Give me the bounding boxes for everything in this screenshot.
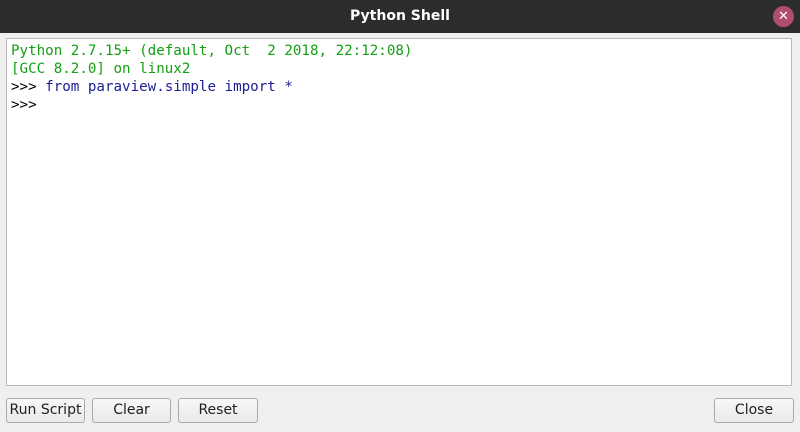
close-button[interactable]: Close xyxy=(714,398,794,423)
window-title: Python Shell xyxy=(350,8,450,24)
close-window-icon[interactable]: ✕ xyxy=(773,6,794,27)
python-shell-window: Python Shell ✕ Python 2.7.15+ (default, … xyxy=(0,0,800,432)
clear-button[interactable]: Clear xyxy=(92,398,171,423)
titlebar: Python Shell ✕ xyxy=(0,0,800,33)
console-banner-line: Python 2.7.15+ (default, Oct 2 2018, 22:… xyxy=(11,43,413,59)
run-script-button[interactable]: Run Script xyxy=(6,398,85,423)
reset-button[interactable]: Reset xyxy=(178,398,258,423)
console-output[interactable]: Python 2.7.15+ (default, Oct 2 2018, 22:… xyxy=(6,38,792,386)
console-prompt: >>> xyxy=(11,97,37,113)
console-input-line[interactable]: >>> xyxy=(11,96,787,114)
console-command: from paraview.simple import * xyxy=(45,79,293,95)
console-prompt: >>> xyxy=(11,79,46,95)
console-command-line: >>> from paraview.simple import * xyxy=(11,78,787,96)
console-banner-line: [GCC 8.2.0] on linux2 xyxy=(11,61,191,77)
